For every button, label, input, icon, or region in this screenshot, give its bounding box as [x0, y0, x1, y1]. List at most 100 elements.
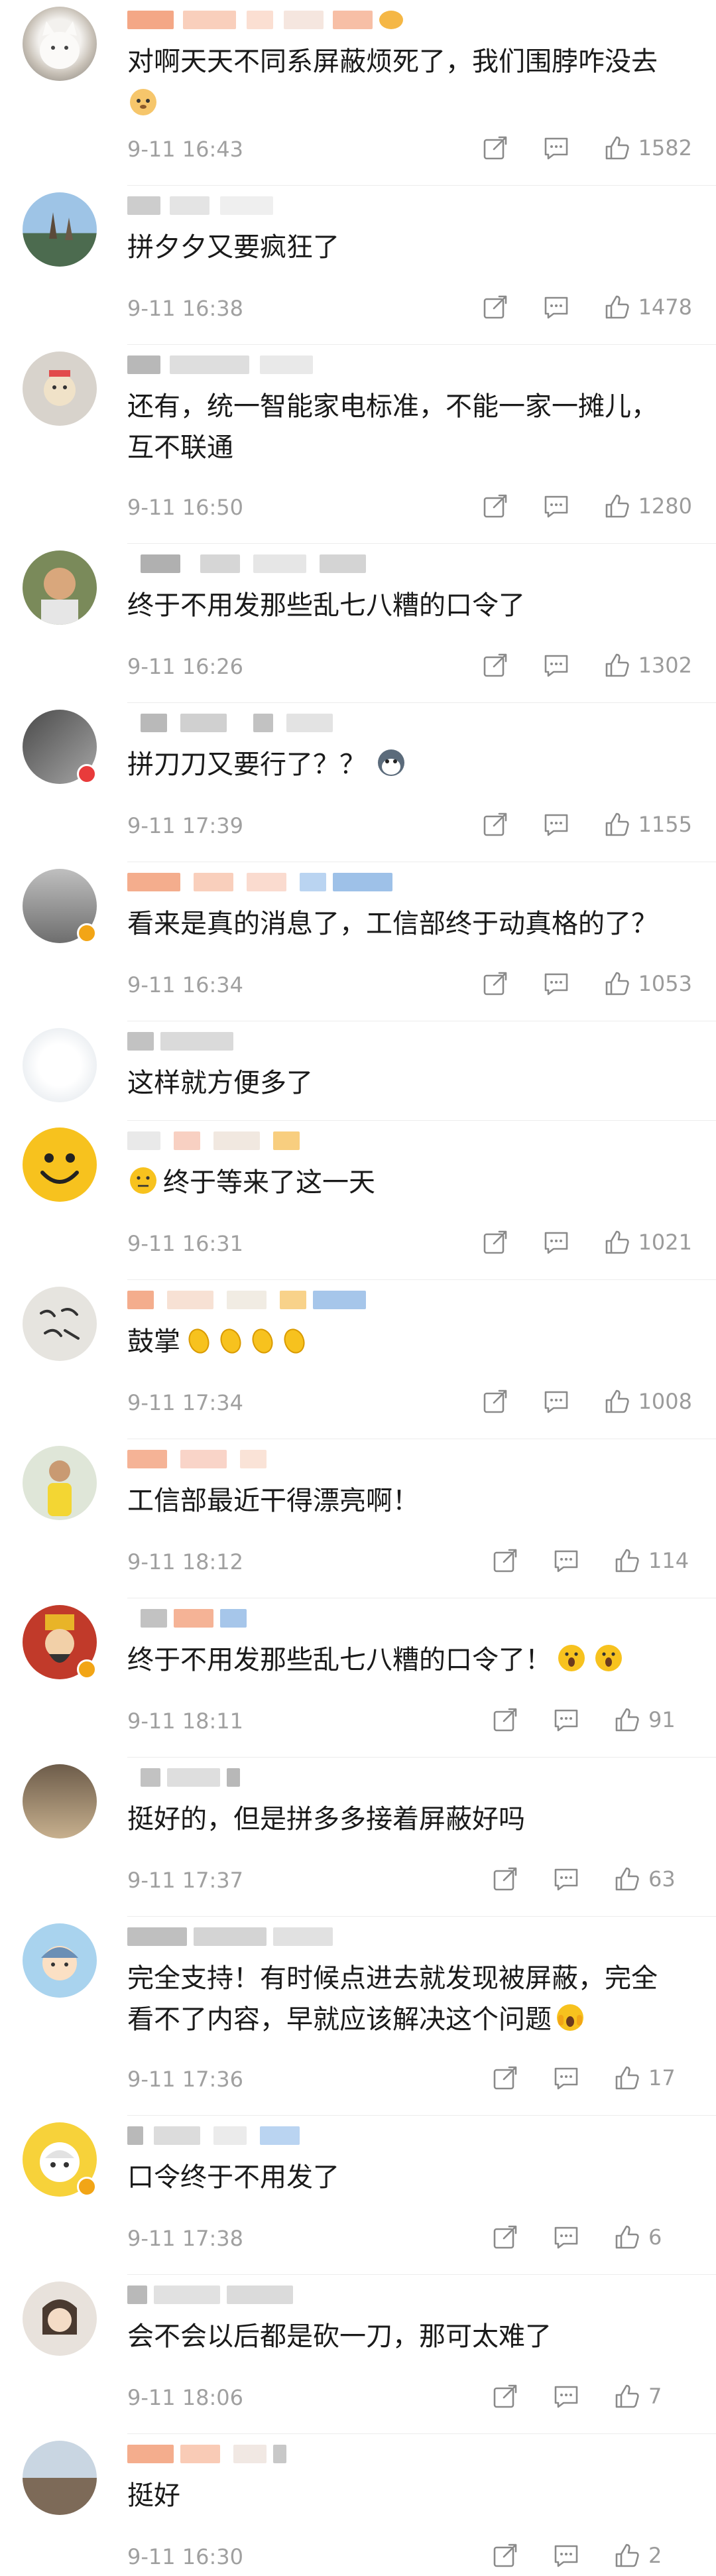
like-icon: [605, 136, 629, 160]
share-button[interactable]: [491, 1705, 520, 1734]
like-count: 91: [648, 1707, 676, 1732]
username-masked[interactable]: [127, 548, 419, 577]
username-masked[interactable]: [127, 4, 419, 33]
comment-item: 拼刀刀又要行了？？ 9-11 17:39 1155: [0, 703, 716, 862]
share-button[interactable]: [481, 651, 510, 680]
comment-button[interactable]: [552, 2063, 581, 2093]
avatar[interactable]: [23, 352, 97, 426]
username-masked[interactable]: [127, 1125, 419, 1154]
comment-text: 终于等来了这一天: [127, 1162, 676, 1203]
avatar[interactable]: [23, 1923, 97, 1998]
username-masked[interactable]: [127, 2279, 419, 2308]
timestamp: 9-11 17:39: [127, 813, 244, 838]
like-button[interactable]: 114: [613, 1546, 692, 1575]
comment-button[interactable]: [542, 810, 571, 839]
comment-button[interactable]: [542, 292, 571, 322]
like-button[interactable]: 91: [613, 1705, 692, 1734]
like-count: 1478: [638, 294, 692, 320]
verified-badge: [77, 2177, 97, 2197]
like-button[interactable]: 1478: [603, 292, 692, 322]
share-button[interactable]: [481, 969, 510, 998]
avatar[interactable]: [23, 192, 97, 267]
username-masked[interactable]: [127, 1921, 419, 1950]
share-button[interactable]: [481, 810, 510, 839]
timestamp: 9-11 17:34: [127, 1390, 244, 1415]
share-button[interactable]: [491, 2222, 520, 2252]
username-masked[interactable]: [127, 1443, 419, 1472]
username-masked[interactable]: [127, 190, 419, 219]
comment-button[interactable]: [552, 2541, 581, 2570]
share-icon: [493, 2066, 517, 2090]
like-count: 1008: [638, 1389, 692, 1414]
comment-button[interactable]: [542, 133, 571, 162]
comment-button[interactable]: [542, 1387, 571, 1416]
avatar[interactable]: [23, 2282, 97, 2356]
like-count: 2: [648, 2543, 662, 2568]
avatar[interactable]: [23, 1446, 97, 1520]
avatar[interactable]: [23, 1127, 97, 1202]
username-masked[interactable]: [127, 1025, 419, 1055]
like-button[interactable]: 1053: [603, 969, 692, 998]
username-masked[interactable]: [127, 1762, 419, 1791]
username-masked[interactable]: [127, 1284, 419, 1313]
username-masked[interactable]: [127, 866, 419, 895]
avatar[interactable]: [23, 2441, 97, 2515]
comment-meta: 9-11 18:06 7: [127, 2380, 692, 2413]
like-button[interactable]: 1280: [603, 491, 692, 521]
comment-button[interactable]: [542, 1228, 571, 1257]
like-button[interactable]: 6: [613, 2222, 692, 2252]
avatar[interactable]: [23, 1028, 97, 1102]
comment-text: 看来是真的消息了，工信部终于动真格的了？: [127, 909, 658, 939]
action-bar: 6: [459, 2221, 692, 2254]
comment-icon: [544, 973, 567, 996]
like-button[interactable]: 1582: [603, 133, 692, 162]
like-button[interactable]: 1021: [603, 1228, 692, 1257]
comment-icon: [544, 137, 567, 160]
scream-emoji: [557, 2004, 583, 2031]
like-button[interactable]: 1155: [603, 810, 692, 839]
like-button[interactable]: 1008: [603, 1387, 692, 1416]
username-masked[interactable]: [127, 349, 419, 378]
comment-button[interactable]: [542, 651, 571, 680]
username-masked[interactable]: [127, 2438, 419, 2467]
like-count: 1155: [638, 812, 692, 837]
thinking-emoji: [130, 1167, 156, 1194]
share-button[interactable]: [481, 491, 510, 521]
share-button[interactable]: [491, 1864, 520, 1894]
share-button[interactable]: [481, 1387, 510, 1416]
comment-button[interactable]: [552, 1864, 581, 1894]
avatar[interactable]: [23, 7, 97, 81]
like-icon: [605, 812, 629, 836]
share-icon: [493, 2384, 517, 2408]
like-button[interactable]: 1302: [603, 651, 692, 680]
comment-button[interactable]: [552, 1546, 581, 1575]
share-button[interactable]: [481, 1228, 510, 1257]
username-masked[interactable]: [127, 2120, 419, 2149]
username-masked[interactable]: [127, 707, 419, 736]
avatar[interactable]: [23, 1764, 97, 1838]
like-button[interactable]: 7: [613, 2382, 692, 2411]
avatar[interactable]: [23, 550, 97, 625]
like-button[interactable]: 17: [613, 2063, 692, 2093]
comment-button[interactable]: [552, 2382, 581, 2411]
comment-button[interactable]: [552, 2222, 581, 2252]
comment-item: 工信部最近干得漂亮啊！ 9-11 18:12 114: [0, 1439, 716, 1598]
like-button[interactable]: 63: [613, 1864, 692, 1894]
avatar[interactable]: [23, 1287, 97, 1361]
share-button[interactable]: [491, 1546, 520, 1575]
share-button[interactable]: [481, 133, 510, 162]
share-button[interactable]: [491, 2063, 520, 2093]
comment-button[interactable]: [542, 491, 571, 521]
share-icon: [483, 812, 507, 836]
share-button[interactable]: [481, 292, 510, 322]
username-masked[interactable]: [127, 1602, 419, 1632]
comment-button[interactable]: [552, 1705, 581, 1734]
share-button[interactable]: [491, 2541, 520, 2570]
comment-icon: [544, 1232, 567, 1254]
comment-button[interactable]: [542, 969, 571, 998]
share-button[interactable]: [491, 2382, 520, 2411]
action-bar: 91: [459, 1703, 692, 1736]
like-button[interactable]: 2: [613, 2541, 692, 2570]
comment-meta: 9-11 17:39 1155: [127, 808, 692, 841]
comment-text: 工信部最近干得漂亮啊！: [127, 1486, 419, 1516]
